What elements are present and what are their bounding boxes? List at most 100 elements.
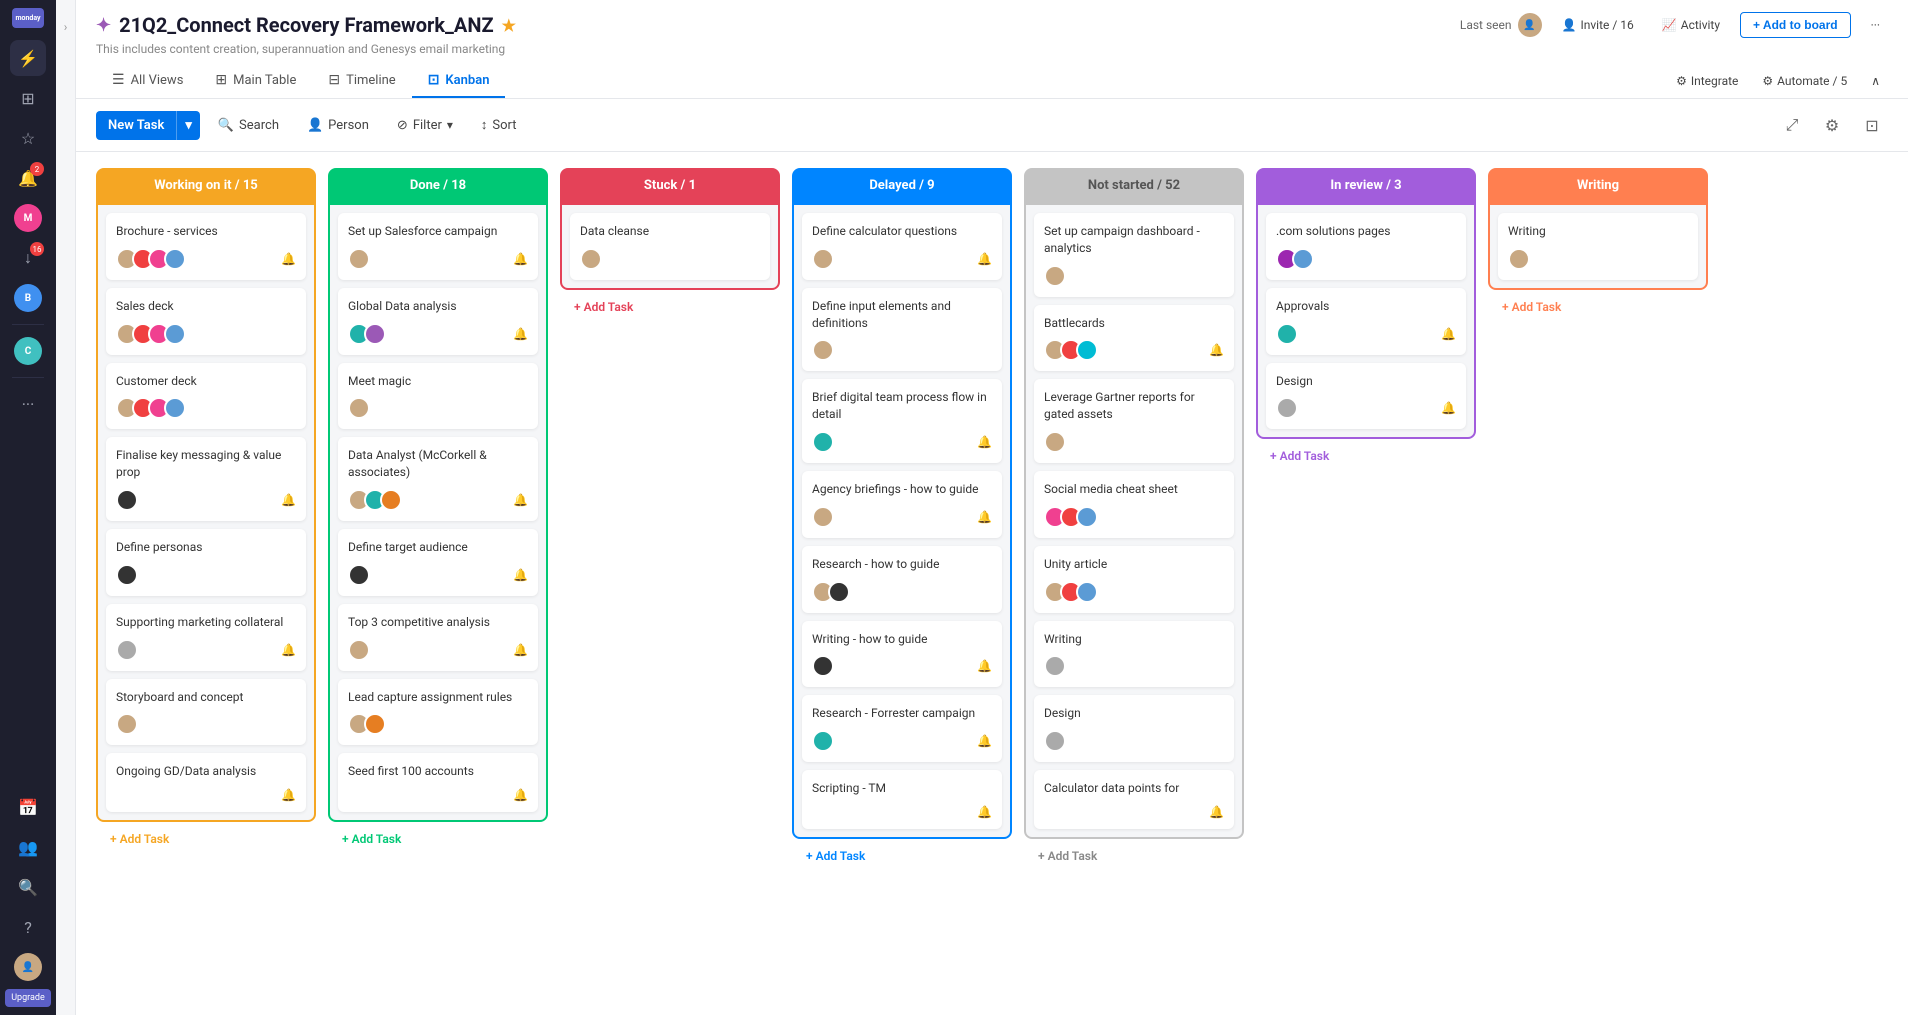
add-task-button-inreview[interactable]: + Add Task — [1256, 441, 1476, 471]
new-task-button[interactable]: New Task ▾ — [96, 111, 200, 140]
notification-bell-icon[interactable]: 🔔 — [281, 643, 296, 657]
notification-bell-icon[interactable]: 🔔 — [513, 568, 528, 582]
add-task-button-delayed[interactable]: + Add Task — [792, 841, 1012, 871]
sidebar-avatar-m[interactable]: M — [10, 200, 46, 236]
add-task-button-stuck[interactable]: + Add Task — [560, 292, 780, 322]
notification-bell-icon[interactable]: 🔔 — [977, 805, 992, 819]
card[interactable]: Customer deck — [106, 363, 306, 430]
card[interactable]: Ongoing GD/Data analysis🔔 — [106, 753, 306, 812]
notification-bell-icon[interactable]: 🔔 — [977, 659, 992, 673]
collapse-button[interactable]: ∧ — [1863, 70, 1888, 92]
tab-kanban[interactable]: ⊡ Kanban — [412, 64, 506, 98]
add-task-button-notstarted[interactable]: + Add Task — [1024, 841, 1244, 871]
sidebar-bell-icon[interactable]: 🔔 2 — [10, 160, 46, 196]
card[interactable]: Design🔔 — [1266, 363, 1466, 430]
card[interactable]: Finalise key messaging & value prop🔔 — [106, 437, 306, 521]
favorite-star-icon[interactable]: ★ — [502, 16, 516, 35]
automate-button[interactable]: ⚙ Automate / 5 — [1754, 70, 1855, 92]
card[interactable]: Define personas — [106, 529, 306, 596]
card[interactable]: Social media cheat sheet — [1034, 471, 1234, 538]
search-button[interactable]: 🔍 Search — [208, 112, 289, 139]
sidebar-search-icon[interactable]: 🔍 — [10, 869, 46, 905]
new-task-dropdown-arrow[interactable]: ▾ — [176, 111, 200, 140]
card[interactable]: Approvals🔔 — [1266, 288, 1466, 355]
card[interactable]: Calculator data points for🔔 — [1034, 770, 1234, 829]
card[interactable]: Brochure - services🔔 — [106, 213, 306, 280]
card[interactable]: Scripting - TM🔔 — [802, 770, 1002, 829]
card[interactable]: Supporting marketing collateral🔔 — [106, 604, 306, 671]
card[interactable]: Lead capture assignment rules — [338, 679, 538, 746]
notification-bell-icon[interactable]: 🔔 — [281, 252, 296, 266]
add-task-button-working[interactable]: + Add Task — [96, 824, 316, 854]
card[interactable]: Brief digital team process flow in detai… — [802, 379, 1002, 463]
tab-timeline[interactable]: ⊟ Timeline — [312, 64, 411, 98]
notification-bell-icon[interactable]: 🔔 — [513, 327, 528, 341]
notification-bell-icon[interactable]: 🔔 — [281, 788, 296, 802]
notification-bell-icon[interactable]: 🔔 — [281, 493, 296, 507]
sidebar-user-avatar[interactable]: 👤 — [10, 949, 46, 985]
card[interactable]: Research - Forrester campaign🔔 — [802, 695, 1002, 762]
card[interactable]: Research - how to guide — [802, 546, 1002, 613]
card[interactable]: Top 3 competitive analysis🔔 — [338, 604, 538, 671]
card[interactable]: Design — [1034, 695, 1234, 762]
card[interactable]: Define target audience🔔 — [338, 529, 538, 596]
sort-button[interactable]: ↕ Sort — [471, 111, 527, 139]
notification-bell-icon[interactable]: 🔔 — [1441, 327, 1456, 341]
sidebar-star-icon[interactable]: ☆ — [10, 120, 46, 156]
notification-bell-icon[interactable]: 🔔 — [977, 252, 992, 266]
more-options-button[interactable]: ··· — [1863, 14, 1888, 36]
card[interactable]: Global Data analysis🔔 — [338, 288, 538, 355]
card[interactable]: .com solutions pages — [1266, 213, 1466, 280]
card[interactable]: Storyboard and concept — [106, 679, 306, 746]
card[interactable]: Data cleanse — [570, 213, 770, 280]
notification-bell-icon[interactable]: 🔔 — [977, 510, 992, 524]
card[interactable]: Sales deck — [106, 288, 306, 355]
card[interactable]: Leverage Gartner reports for gated asset… — [1034, 379, 1234, 463]
notification-bell-icon[interactable]: 🔔 — [1209, 805, 1224, 819]
app-logo[interactable]: monday — [12, 8, 44, 28]
filter-button[interactable]: ⊘ Filter ▾ — [387, 112, 463, 139]
card[interactable]: Define input elements and definitions — [802, 288, 1002, 372]
sidebar-help-icon[interactable]: ? — [10, 909, 46, 945]
fullscreen-icon[interactable]: ⊡ — [1856, 109, 1888, 141]
add-to-board-button[interactable]: + Add to board — [1740, 12, 1851, 38]
notification-bell-icon[interactable]: 🔔 — [513, 788, 528, 802]
activity-button[interactable]: 📈 Activity — [1654, 14, 1728, 36]
card[interactable]: Unity article — [1034, 546, 1234, 613]
card[interactable]: Battlecards🔔 — [1034, 305, 1234, 372]
sidebar-people-icon[interactable]: 👥 — [10, 829, 46, 865]
notification-bell-icon[interactable]: 🔔 — [977, 734, 992, 748]
invite-button[interactable]: 👤 Invite / 16 — [1554, 14, 1642, 36]
sidebar-collapse-handle[interactable]: › — [56, 0, 76, 1015]
card[interactable]: Writing - how to guide🔔 — [802, 621, 1002, 688]
tab-main-table[interactable]: ⊞ Main Table — [199, 64, 312, 98]
tab-all-views[interactable]: ☰ All Views — [96, 64, 199, 98]
card[interactable]: Agency briefings - how to guide🔔 — [802, 471, 1002, 538]
settings-icon[interactable]: ⚙ — [1816, 109, 1848, 141]
card[interactable]: Meet magic — [338, 363, 538, 430]
notification-bell-icon[interactable]: 🔔 — [977, 435, 992, 449]
sidebar-avatar-c[interactable]: C — [10, 333, 46, 369]
sidebar-calendar-icon[interactable]: 📅 — [10, 789, 46, 825]
notification-bell-icon[interactable]: 🔔 — [513, 643, 528, 657]
card[interactable]: Set up Salesforce campaign🔔 — [338, 213, 538, 280]
upgrade-button[interactable]: Upgrade — [5, 989, 51, 1007]
card[interactable]: Data Analyst (McCorkell & associates)🔔 — [338, 437, 538, 521]
notification-bell-icon[interactable]: 🔔 — [1441, 401, 1456, 415]
add-task-button-writing[interactable]: + Add Task — [1488, 292, 1708, 322]
card[interactable]: Seed first 100 accounts🔔 — [338, 753, 538, 812]
integrate-button[interactable]: ⚙ Integrate — [1668, 70, 1746, 92]
person-filter-button[interactable]: 👤 Person — [297, 112, 379, 139]
notification-bell-icon[interactable]: 🔔 — [513, 252, 528, 266]
sidebar-avatar-b[interactable]: B — [10, 280, 46, 316]
sidebar-grid-icon[interactable]: ⊞ — [10, 80, 46, 116]
expand-icon[interactable]: ⤢ — [1776, 109, 1808, 141]
card[interactable]: Set up campaign dashboard - analytics — [1034, 213, 1234, 297]
add-task-button-done[interactable]: + Add Task — [328, 824, 548, 854]
notification-bell-icon[interactable]: 🔔 — [1209, 343, 1224, 357]
sidebar-more-icon[interactable]: ··· — [10, 386, 46, 422]
sidebar-download-icon[interactable]: ↓ 16 — [10, 240, 46, 276]
card[interactable]: Define calculator questions🔔 — [802, 213, 1002, 280]
card[interactable]: Writing — [1034, 621, 1234, 688]
notification-bell-icon[interactable]: 🔔 — [513, 493, 528, 507]
